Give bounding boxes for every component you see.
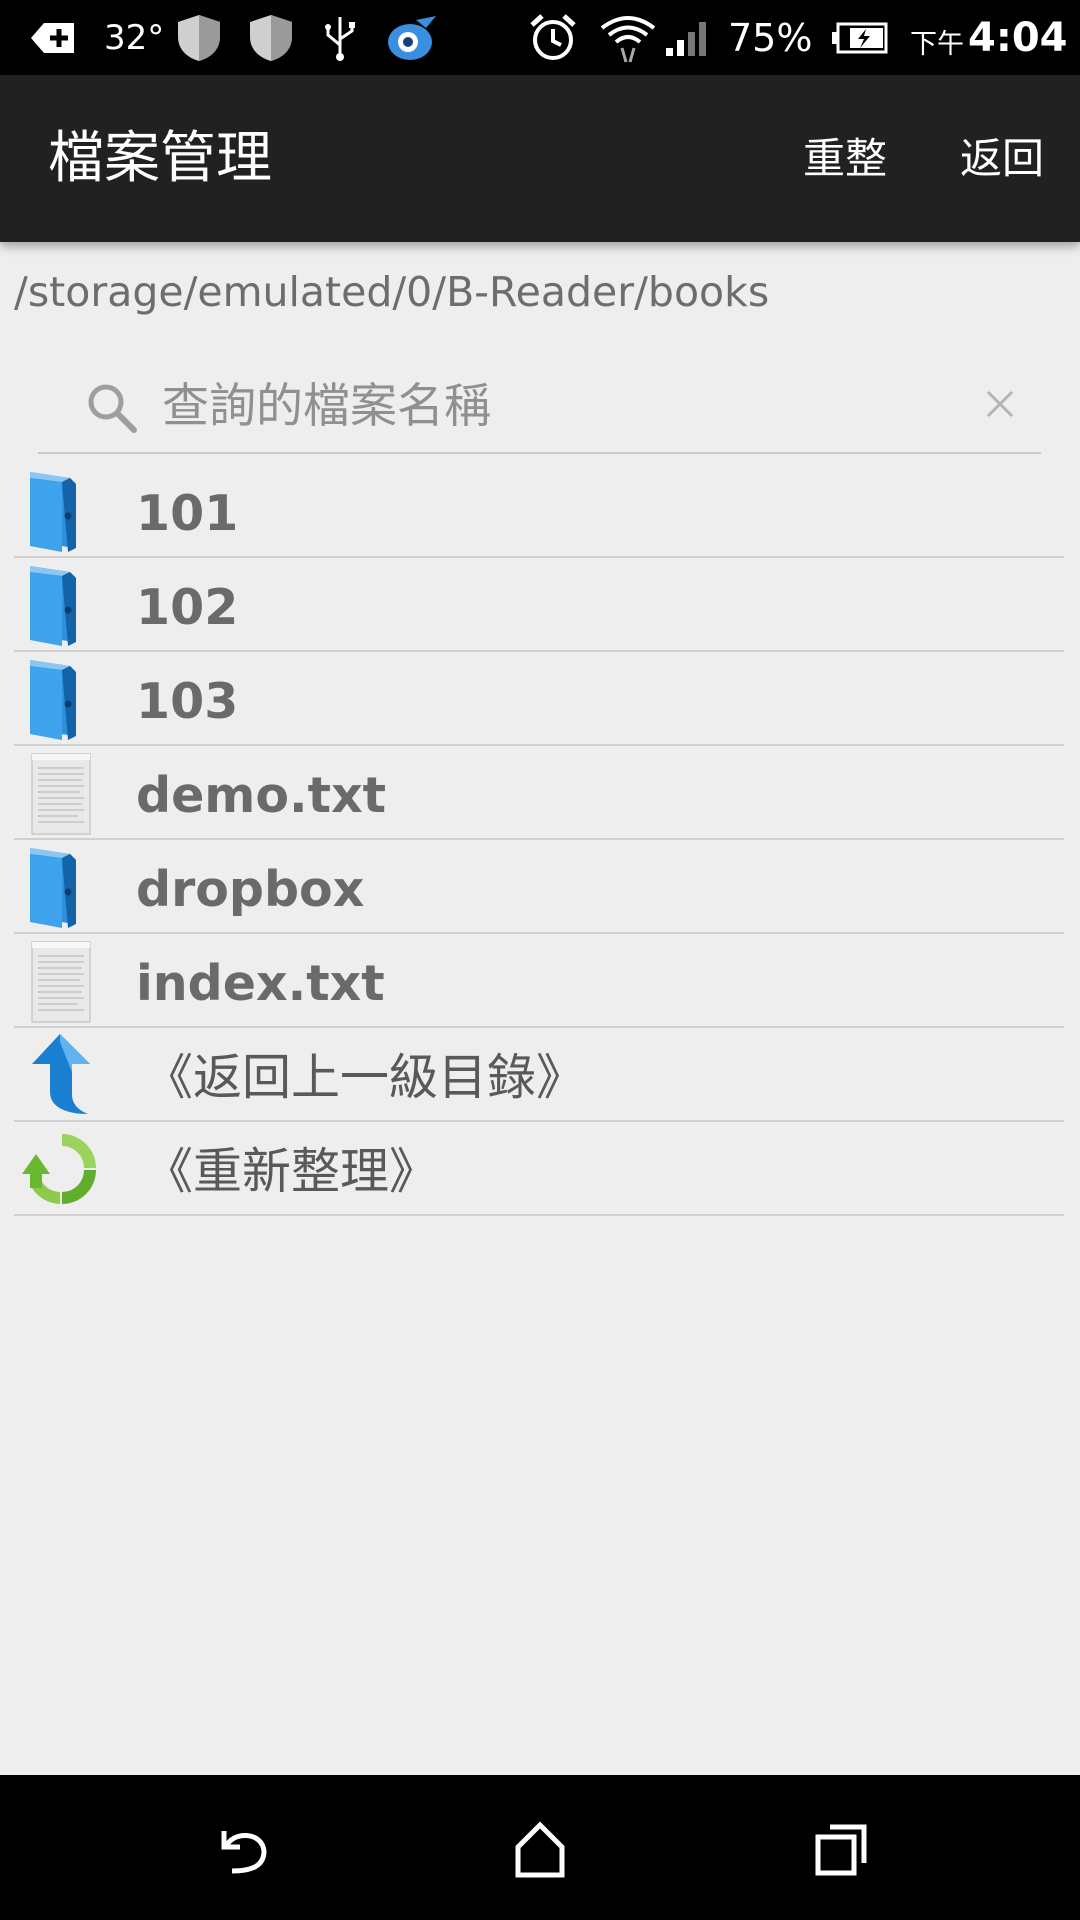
list-item[interactable]: 102 xyxy=(14,558,1064,652)
text-file-icon xyxy=(31,753,91,835)
clock-text: 4:04 xyxy=(968,14,1068,61)
status-bar: 32° 75% 下午 4:04 xyxy=(0,0,1080,75)
home-nav-icon[interactable] xyxy=(508,1817,572,1881)
folder-icon xyxy=(30,472,76,552)
signal-icon xyxy=(664,0,714,75)
list-item[interactable]: 101 xyxy=(14,464,1064,558)
folder-icon xyxy=(30,660,76,740)
shield-icon xyxy=(176,0,222,75)
current-path: /storage/emulated/0/B-Reader/books xyxy=(14,268,770,316)
refresh-icon xyxy=(22,1134,96,1204)
search-input[interactable] xyxy=(160,370,984,442)
action-bar: 檔案管理 重整 返回 xyxy=(0,75,1080,242)
list-item[interactable]: dropbox xyxy=(14,840,1064,934)
back-nav-icon[interactable] xyxy=(210,1817,274,1881)
navigation-bar xyxy=(0,1775,1080,1920)
shield-icon xyxy=(248,0,294,75)
folder-icon xyxy=(30,566,76,646)
list-item[interactable]: demo.txt xyxy=(14,746,1064,840)
list-item[interactable]: index.txt xyxy=(14,934,1064,1028)
refresh-label: 《重新整理》 xyxy=(144,1143,439,1200)
up-directory-label: 《返回上一級目錄》 xyxy=(144,1049,586,1106)
up-arrow-icon xyxy=(32,1034,90,1114)
page-title: 檔案管理 xyxy=(48,126,272,191)
clear-icon[interactable] xyxy=(978,382,1022,426)
file-list: 101 102 103 demo.txt dropbox index.txt 《… xyxy=(14,464,1064,1216)
alarm-icon xyxy=(528,0,578,75)
text-file-icon xyxy=(31,941,91,1023)
list-item[interactable]: 103 xyxy=(14,652,1064,746)
up-directory-item[interactable]: 《返回上一級目錄》 xyxy=(14,1028,1064,1122)
recent-apps-nav-icon[interactable] xyxy=(808,1817,872,1881)
folder-icon xyxy=(30,848,76,928)
search-bar xyxy=(38,360,1041,454)
app-bird-icon xyxy=(386,0,438,75)
back-button[interactable]: 返回 xyxy=(960,75,1044,242)
time-ampm-text: 下午 xyxy=(910,29,964,60)
battery-charging-icon xyxy=(830,0,890,75)
usb-icon xyxy=(322,0,358,75)
file-name: 101 xyxy=(136,485,239,542)
file-name: dropbox xyxy=(136,861,365,918)
wifi-icon xyxy=(600,0,656,75)
search-icon xyxy=(88,384,137,433)
file-name: index.txt xyxy=(136,955,385,1012)
file-name: 103 xyxy=(136,673,239,730)
battery-percent-text: 75% xyxy=(728,15,813,60)
add-notification-icon xyxy=(30,0,76,75)
refresh-item[interactable]: 《重新整理》 xyxy=(14,1122,1064,1216)
file-name: 102 xyxy=(136,579,239,636)
file-name: demo.txt xyxy=(136,767,387,824)
refresh-button[interactable]: 重整 xyxy=(803,75,887,242)
temperature-text: 32° xyxy=(104,17,165,58)
